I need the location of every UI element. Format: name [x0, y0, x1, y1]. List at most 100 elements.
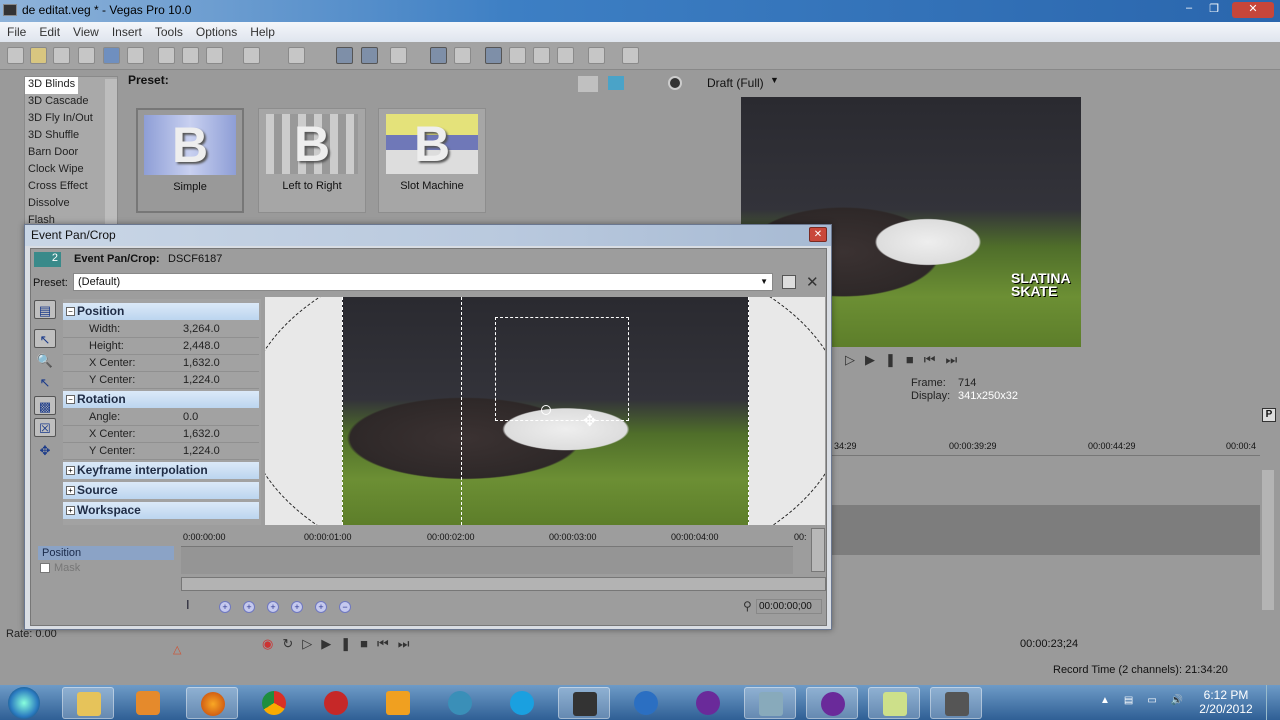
preview-fx-icon[interactable] — [668, 76, 682, 90]
expand-icon[interactable]: + — [66, 506, 75, 515]
preset-dropdown[interactable]: (Default) ▼ — [73, 273, 773, 291]
list-scrollbar[interactable] — [105, 79, 117, 224]
taskbar-yahoo-messenger-2[interactable] — [806, 687, 858, 719]
expand-icon[interactable]: + — [66, 486, 75, 495]
taskbar-xbs[interactable] — [434, 687, 486, 719]
menu-insert[interactable]: Insert — [105, 22, 148, 39]
normal-edit-icon[interactable] — [485, 47, 502, 64]
chevron-down-icon[interactable]: ▼ — [770, 75, 779, 85]
pause-icon[interactable]: ❚ — [885, 352, 906, 367]
taskbar-firefox[interactable] — [186, 687, 238, 719]
menu-view[interactable]: View — [66, 22, 105, 39]
tray-expand-icon[interactable]: ▲ — [1100, 695, 1124, 706]
track-position[interactable]: Position — [38, 546, 174, 560]
collapse-icon[interactable]: − — [66, 307, 75, 316]
volume-icon[interactable]: 🔊 — [1171, 695, 1197, 706]
restore-button[interactable]: ❐ — [1205, 2, 1223, 18]
property-value[interactable]: 1,224.0 — [183, 374, 220, 386]
play-icon[interactable]: ▶ — [865, 352, 885, 367]
taskbar-misc[interactable] — [930, 687, 982, 719]
save-icon[interactable] — [53, 47, 70, 64]
taskbar-vegas[interactable] — [558, 687, 610, 719]
undo-icon[interactable] — [243, 47, 260, 64]
render-icon[interactable] — [103, 47, 120, 64]
menu-tools[interactable]: Tools — [148, 22, 189, 39]
first-keyframe-icon[interactable]: + — [219, 601, 231, 613]
preview-properties-icon[interactable] — [578, 76, 598, 92]
play-from-start-icon[interactable]: ▷ — [302, 636, 321, 651]
auto-ripple-icon[interactable] — [361, 47, 378, 64]
delete-keyframe-icon[interactable]: − — [339, 601, 351, 613]
start-button[interactable] — [8, 687, 40, 719]
last-keyframe-icon[interactable]: + — [291, 601, 303, 613]
delete-preset-icon[interactable]: ✕ — [806, 273, 819, 291]
keyframe-ruler[interactable]: 0:00:00:00 00:00:01:00 00:00:02:00 00:00… — [181, 528, 807, 546]
show-desktop-button[interactable] — [1266, 685, 1280, 720]
size-about-center-icon[interactable]: ☒ — [34, 418, 56, 437]
preview-quality-dropdown[interactable]: Draft (Full) — [707, 76, 764, 90]
preset-slot-machine[interactable]: B Slot Machine — [378, 108, 486, 213]
property-row[interactable]: Y Center: 1,224.0 — [63, 443, 259, 460]
battery-icon[interactable]: ▭ — [1147, 695, 1170, 706]
taskbar-burn[interactable] — [310, 687, 362, 719]
go-start-icon[interactable]: ⏮ — [377, 636, 398, 651]
lock-aspect-icon[interactable]: ▩ — [34, 396, 56, 415]
prev-keyframe-icon[interactable]: + — [243, 601, 255, 613]
list-item[interactable]: 3D Cascade — [25, 94, 117, 111]
property-row[interactable]: Y Center: 1,224.0 — [63, 372, 259, 389]
normal-edit-tool-icon[interactable]: ↖ — [34, 329, 56, 348]
list-item[interactable]: Dissolve — [25, 196, 117, 213]
cut-icon[interactable] — [158, 47, 175, 64]
go-end-icon[interactable]: ⏭ — [398, 636, 419, 651]
record-icon[interactable]: ◉ — [262, 636, 282, 651]
loop-icon[interactable]: ↻ — [282, 636, 302, 651]
expand-icon[interactable]: + — [66, 466, 75, 475]
selection-edit-icon[interactable] — [533, 47, 550, 64]
section-workspace[interactable]: + Workspace — [63, 502, 259, 519]
property-value[interactable]: 0.0 — [183, 411, 198, 423]
section-rotation[interactable]: − Rotation — [63, 391, 259, 408]
property-row[interactable]: Width: 3,264.0 — [63, 321, 259, 338]
keyframe-vscrollbar[interactable] — [811, 528, 825, 572]
timeline-ruler[interactable]: 34:29 00:00:39:29 00:00:44:29 00:00:4 — [832, 438, 1260, 456]
property-row[interactable]: Angle: 0.0 — [63, 409, 259, 426]
taskbar-media-player[interactable] — [122, 687, 174, 719]
stop-icon[interactable]: ■ — [906, 352, 924, 367]
property-value[interactable]: 3,264.0 — [183, 323, 220, 335]
property-row[interactable]: Height: 2,448.0 — [63, 338, 259, 355]
lock-envelopes-icon[interactable] — [390, 47, 407, 64]
new-icon[interactable] — [7, 47, 24, 64]
taskbar-windows-explorer[interactable] — [62, 687, 114, 719]
prev-frame-icon[interactable]: ⏮ — [924, 352, 946, 367]
zoom-tool-icon[interactable]: 🔍 — [34, 351, 56, 370]
property-row[interactable]: X Center: 1,632.0 — [63, 355, 259, 372]
list-item[interactable]: 3D Shuffle — [25, 128, 117, 145]
marker-icon[interactable]: P — [1262, 408, 1276, 422]
taskbar-chrome[interactable] — [248, 687, 300, 719]
play-from-start-icon[interactable]: ▷ — [845, 352, 865, 367]
crossfade-icon[interactable] — [454, 47, 471, 64]
properties-icon[interactable] — [127, 47, 144, 64]
next-keyframe-icon[interactable]: + — [267, 601, 279, 613]
play-icon[interactable]: ▶ — [321, 636, 340, 651]
taskbar-skype[interactable] — [496, 687, 548, 719]
zoom-edit-icon[interactable] — [557, 47, 574, 64]
external-monitor-icon[interactable] — [608, 76, 624, 90]
snap-grid-icon[interactable]: ↖ — [34, 373, 56, 392]
menu-edit[interactable]: Edit — [32, 22, 66, 39]
help-icon[interactable] — [622, 47, 639, 64]
list-item[interactable]: Cross Effect — [25, 179, 117, 196]
close-button[interactable]: ✕ — [1232, 2, 1274, 18]
timeline-vscrollbar[interactable] — [1262, 470, 1274, 610]
clock[interactable]: 6:12 PM 2/20/2012 — [1196, 688, 1256, 716]
menu-help[interactable]: Help — [243, 22, 281, 39]
taskbar-control-panel[interactable] — [744, 687, 796, 719]
list-item[interactable]: Barn Door — [25, 145, 117, 162]
stop-icon[interactable]: ■ — [360, 636, 377, 651]
minimize-button[interactable]: – — [1180, 2, 1198, 18]
section-keyframe-interpolation[interactable]: + Keyframe interpolation — [63, 462, 259, 479]
list-item[interactable]: 3D Fly In/Out — [25, 111, 117, 128]
preset-simple[interactable]: B Simple — [136, 108, 244, 213]
list-item[interactable]: 3D Blinds — [25, 77, 79, 94]
move-freely-icon[interactable]: ✥ — [34, 441, 56, 460]
